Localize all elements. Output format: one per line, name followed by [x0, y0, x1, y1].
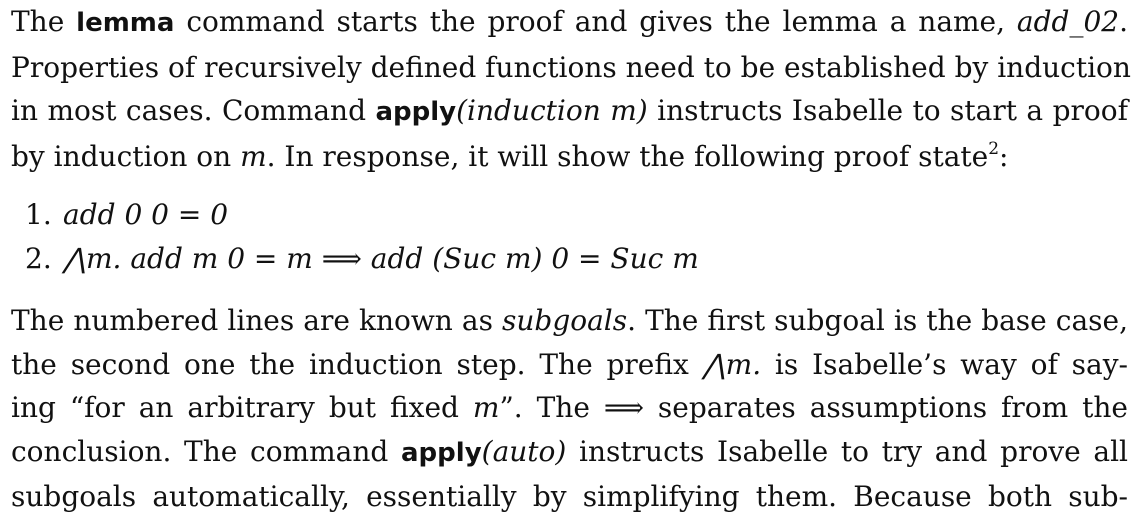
apply-argument: (auto): [481, 434, 567, 468]
text-line: The numbered lines are known as subgoals…: [11, 304, 1129, 337]
text-line: subgoals automatically, essentially by s…: [11, 480, 1128, 513]
keyword-apply: apply: [375, 97, 457, 127]
math-variable: m: [240, 139, 267, 173]
paragraph-subgoals: The numbered lines are known as subgoals…: [11, 299, 1128, 519]
apply-argument: (induction m): [456, 94, 648, 127]
page: The lemma command starts the proof and g…: [11, 0, 1131, 513]
emphasis-subgoals: subgoals: [502, 304, 628, 337]
text-line: by induction on m. In response, it will …: [11, 138, 1009, 173]
subgoal-number: 1.: [25, 198, 52, 231]
text-line: conclusion. The command apply(auto) inst…: [11, 434, 1128, 468]
text-line: ing “for an arbitrary but fixed m”. The …: [11, 391, 1129, 424]
text-line: The lemma command starts the proof and g…: [11, 5, 1128, 38]
subgoal-formula: add 0 0 = 0: [63, 198, 229, 231]
subgoal-item: 1. add 0 0 = 0: [25, 193, 699, 237]
subgoal-list: 1. add 0 0 = 0 2. ⋀m. add m 0 = m ⟹ add (S…: [25, 193, 699, 281]
subgoal-number: 2.: [25, 242, 52, 275]
keyword-apply: apply: [401, 437, 482, 468]
footnote-marker: 2: [988, 138, 1000, 159]
subgoal-formula: ⋀m. add m 0 = m ⟹ add (Suc m) 0 = Suc m: [63, 242, 699, 275]
math-variable: m: [472, 391, 500, 424]
text-line: in most cases. Command apply(induction m…: [11, 94, 1128, 127]
text-line: Properties of recursively defined functi…: [11, 50, 1131, 84]
implication-arrow-symbol: ⟹: [603, 391, 644, 424]
meta-forall-symbol: ⋀m.: [702, 347, 762, 381]
subgoal-item: 2. ⋀m. add m 0 = m ⟹ add (Suc m) 0 = Suc …: [25, 237, 699, 281]
lemma-name: add_02: [1016, 5, 1120, 38]
keyword-lemma: lemma: [76, 8, 175, 38]
paragraph-intro: The lemma command starts the proof and g…: [11, 0, 1131, 178]
text-line: the second one the induction step. The p…: [11, 347, 1129, 381]
